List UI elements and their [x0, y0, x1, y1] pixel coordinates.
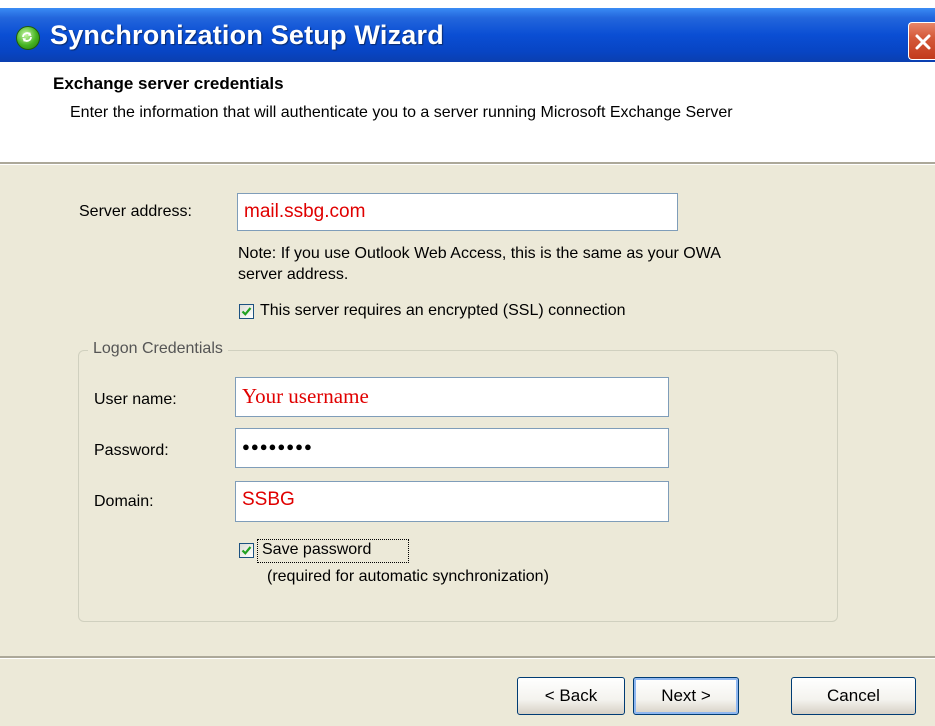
back-button[interactable]: < Back	[517, 677, 625, 715]
close-icon	[915, 34, 931, 50]
server-address-input[interactable]: mail.ssbg.com	[237, 193, 678, 231]
page-description: Enter the information that will authenti…	[70, 104, 733, 121]
username-input[interactable]: Your username	[235, 377, 669, 417]
checkmark-icon	[241, 546, 252, 555]
save-password-checkbox[interactable]	[239, 543, 254, 558]
password-input[interactable]: ●●●●●●●●	[235, 428, 669, 468]
footer-divider	[0, 656, 935, 659]
save-password-label[interactable]: Save password	[262, 541, 371, 559]
ssl-checkbox[interactable]	[239, 304, 254, 319]
title-bar[interactable]: Synchronization Setup Wizard	[0, 8, 935, 62]
ssl-label[interactable]: This server requires an encrypted (SSL) …	[260, 302, 626, 320]
server-address-label: Server address:	[79, 203, 192, 220]
save-password-note: (required for automatic synchronization)	[267, 568, 549, 585]
close-button[interactable]	[908, 22, 935, 60]
cancel-button[interactable]: Cancel	[791, 677, 916, 715]
domain-input[interactable]: SSBG	[235, 481, 669, 522]
next-button[interactable]: Next >	[633, 677, 739, 715]
password-label: Password:	[94, 442, 169, 459]
logon-credentials-title: Logon Credentials	[88, 340, 228, 358]
window-title: Synchronization Setup Wizard	[50, 20, 444, 50]
sync-wizard-icon	[16, 26, 40, 50]
wizard-header: Exchange server credentials Enter the in…	[0, 62, 935, 162]
domain-label: Domain:	[94, 493, 154, 510]
checkmark-icon	[241, 307, 252, 316]
header-divider	[0, 162, 935, 165]
username-label: User name:	[94, 391, 177, 408]
owa-note: Note: If you use Outlook Web Access, thi…	[238, 245, 720, 283]
page-title: Exchange server credentials	[53, 74, 284, 93]
wizard-window: Synchronization Setup Wizard Exchange se…	[0, 0, 935, 726]
window-top-edge	[0, 0, 935, 8]
